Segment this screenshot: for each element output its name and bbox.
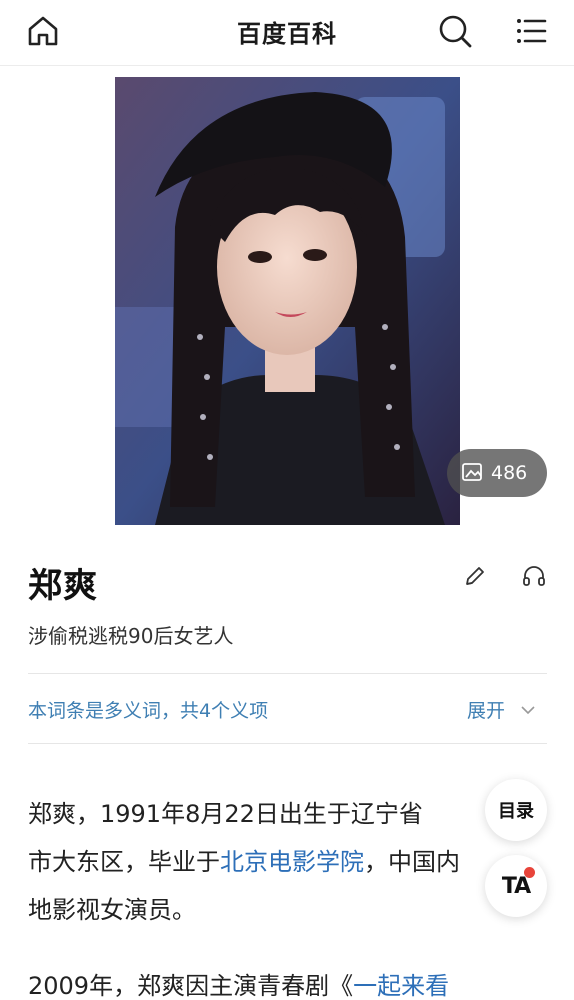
text-span: 2009年，郑爽因主演青春剧《 (28, 972, 354, 1000)
entry-description: 涉偷税逃税90后女艺人 (28, 624, 234, 648)
ta-button[interactable]: TA (485, 855, 547, 917)
notification-dot (524, 867, 535, 878)
link-drama[interactable]: 一起来看 (353, 972, 449, 1000)
toc-button[interactable]: 目录 (485, 779, 547, 841)
gallery-icon (461, 461, 485, 485)
gallery-count: 486 (491, 462, 528, 484)
gallery-count-button[interactable]: 486 (447, 449, 547, 497)
expand-label: 展开 (467, 700, 506, 722)
entry-photo[interactable] (115, 77, 460, 525)
text-line: 地影视女演员。 (28, 896, 196, 924)
intro-paragraph: 郑爽，1991年8月22日出生于辽宁省 市大东区，毕业于北京电影学院，中国内 地… (28, 790, 548, 934)
chevron-down-icon (519, 701, 537, 719)
text-span: 市大东区，毕业于 (28, 848, 220, 876)
headphones-icon[interactable] (521, 563, 547, 589)
text-line: 郑爽，1991年8月22日出生于辽宁省 (28, 800, 423, 828)
text-line: 2009年，郑爽因主演青春剧《一起来看 (28, 962, 548, 1000)
text-span: ，中国内 (364, 848, 460, 876)
top-bar: 百度百科 (0, 0, 574, 66)
text-line: 市大东区，毕业于北京电影学院，中国内 (28, 838, 548, 886)
expand-button[interactable]: 展开 (467, 696, 537, 723)
edit-icon[interactable] (462, 563, 488, 589)
divider (28, 743, 547, 744)
entry-name: 郑爽 (28, 566, 98, 606)
menu-icon[interactable] (512, 12, 550, 50)
career-paragraph: 2009年，郑爽因主演青春剧《一起来看 (28, 962, 548, 1000)
link-beijing-film-academy[interactable]: 北京电影学院 (220, 848, 364, 876)
toc-label: 目录 (498, 801, 534, 822)
polysemy-notice[interactable]: 本词条是多义词，共4个义项 (28, 696, 268, 723)
page-title: 百度百科 (237, 20, 337, 48)
divider (28, 673, 547, 674)
search-icon[interactable] (436, 12, 474, 50)
